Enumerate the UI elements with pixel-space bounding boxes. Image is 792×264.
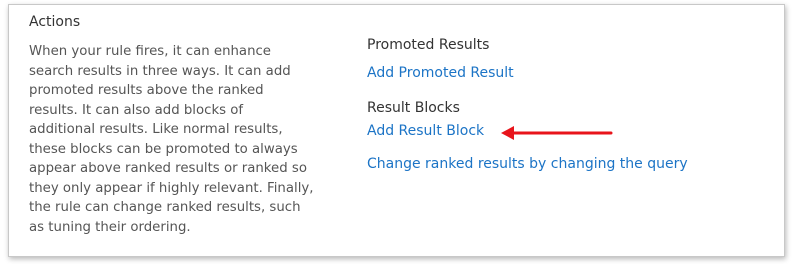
annotation-arrow-icon (501, 126, 613, 140)
promoted-results-label: Promoted Results (367, 37, 490, 53)
description-line: results. It can also add blocks of (29, 102, 244, 118)
description-line: the rule can change ranked results, such (29, 200, 301, 215)
actions-description: When your rule fires, it can enhance sea… (29, 42, 334, 237)
description-line: When your rule fires, it can enhance (29, 44, 271, 59)
add-result-block-link[interactable]: Add Result Block (367, 123, 484, 139)
actions-panel: Actions When your rule fires, it can enh… (8, 4, 785, 257)
description-line: these blocks can be promoted to always (29, 141, 298, 157)
description-line: as tuning their ordering. (29, 219, 191, 235)
actions-heading: Actions (29, 14, 81, 30)
add-promoted-result-link[interactable]: Add Promoted Result (367, 65, 514, 81)
result-blocks-label: Result Blocks (367, 100, 460, 116)
change-ranked-results-link[interactable]: Change ranked results by changing the qu… (367, 156, 688, 172)
description-line: they only appear if highly relevant. Fin… (29, 180, 314, 196)
description-line: appear above ranked results or ranked so (29, 161, 307, 176)
description-line: search results in three ways. It can add (29, 63, 291, 79)
description-line: additional results. Like normal results, (29, 122, 283, 137)
description-line: promoted results above the ranked (29, 83, 264, 98)
